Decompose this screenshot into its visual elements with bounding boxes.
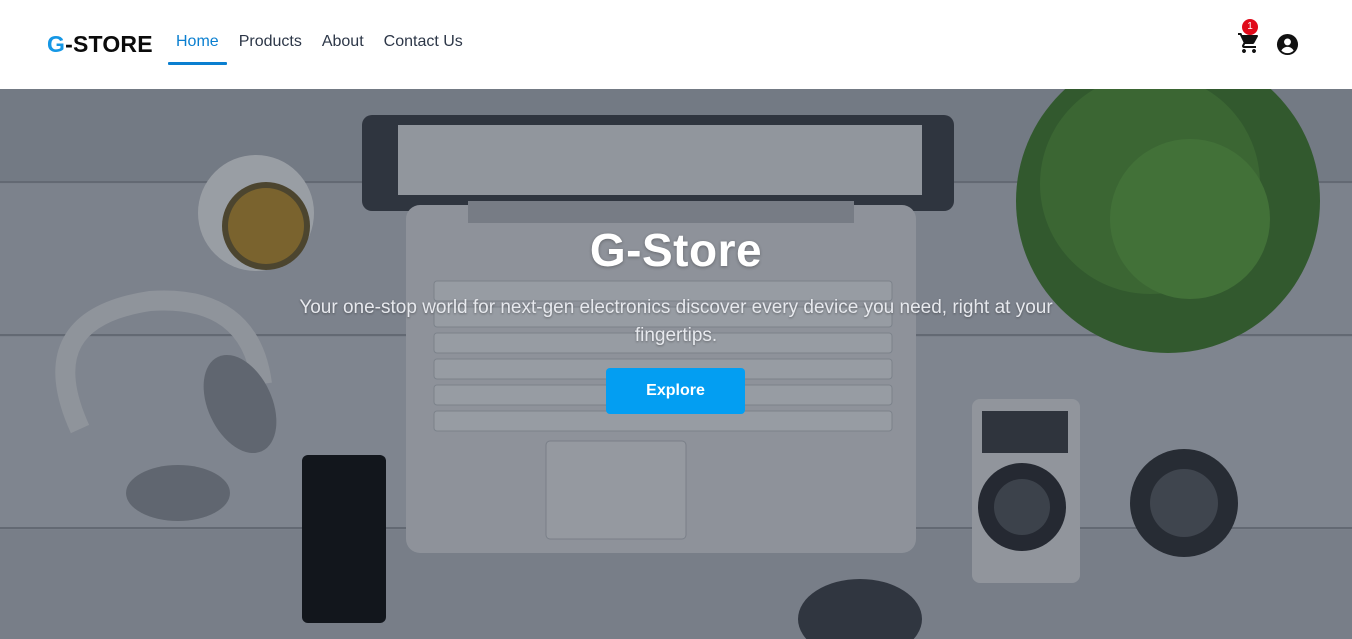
cart-button[interactable]: 1 [1237, 19, 1263, 57]
site-logo[interactable]: G-STORE [47, 31, 153, 58]
hero-section: G-Store Your one-stop world for next-gen… [0, 89, 1352, 639]
hero-content: G-Store Your one-stop world for next-gen… [0, 89, 1352, 639]
site-header: G-STORE Home Products About Contact Us 1 [0, 0, 1352, 89]
nav-item-contact-us[interactable]: Contact Us [376, 0, 471, 89]
nav-item-home[interactable]: Home [168, 0, 227, 89]
nav-item-about[interactable]: About [314, 0, 372, 89]
explore-button[interactable]: Explore [606, 368, 745, 414]
nav-label-products: Products [238, 32, 302, 50]
nav-label-contact-us: Contact Us [383, 32, 463, 50]
logo-text: -STORE [65, 31, 153, 57]
account-button[interactable] [1276, 33, 1300, 57]
hero-title: G-Store [589, 224, 763, 276]
nav-label-home: Home [176, 32, 219, 50]
cart-badge: 1 [1242, 19, 1258, 35]
nav-item-products[interactable]: Products [231, 0, 310, 89]
user-circle-icon [1276, 33, 1299, 56]
nav-label-about: About [321, 32, 364, 50]
main-nav: Home Products About Contact Us [168, 0, 475, 89]
hero-subtitle: Your one-stop world for next-gen electro… [299, 297, 1053, 346]
logo-letter-g: G [47, 31, 66, 57]
